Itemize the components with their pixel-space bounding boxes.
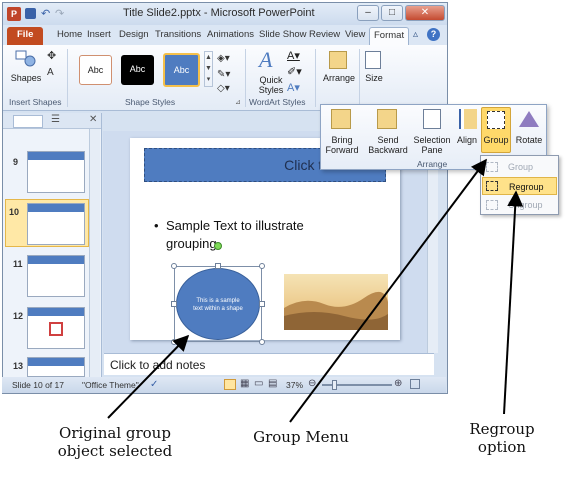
caption-group-menu: Group Menu: [253, 428, 349, 446]
arrow-to-group-object: [107, 334, 190, 419]
caption-regroup-option: Regroup option: [452, 420, 552, 456]
caption-line: option: [477, 438, 527, 456]
caption-original-group: Original group object selected: [40, 424, 190, 460]
annotation-arrows: [107, 158, 524, 423]
caption-line: object selected: [57, 442, 173, 460]
caption-line: Original group: [59, 424, 171, 442]
arrow-to-regroup-option: [503, 190, 524, 415]
caption-line: Regroup: [469, 420, 535, 438]
arrow-to-group-menu: [289, 158, 487, 423]
